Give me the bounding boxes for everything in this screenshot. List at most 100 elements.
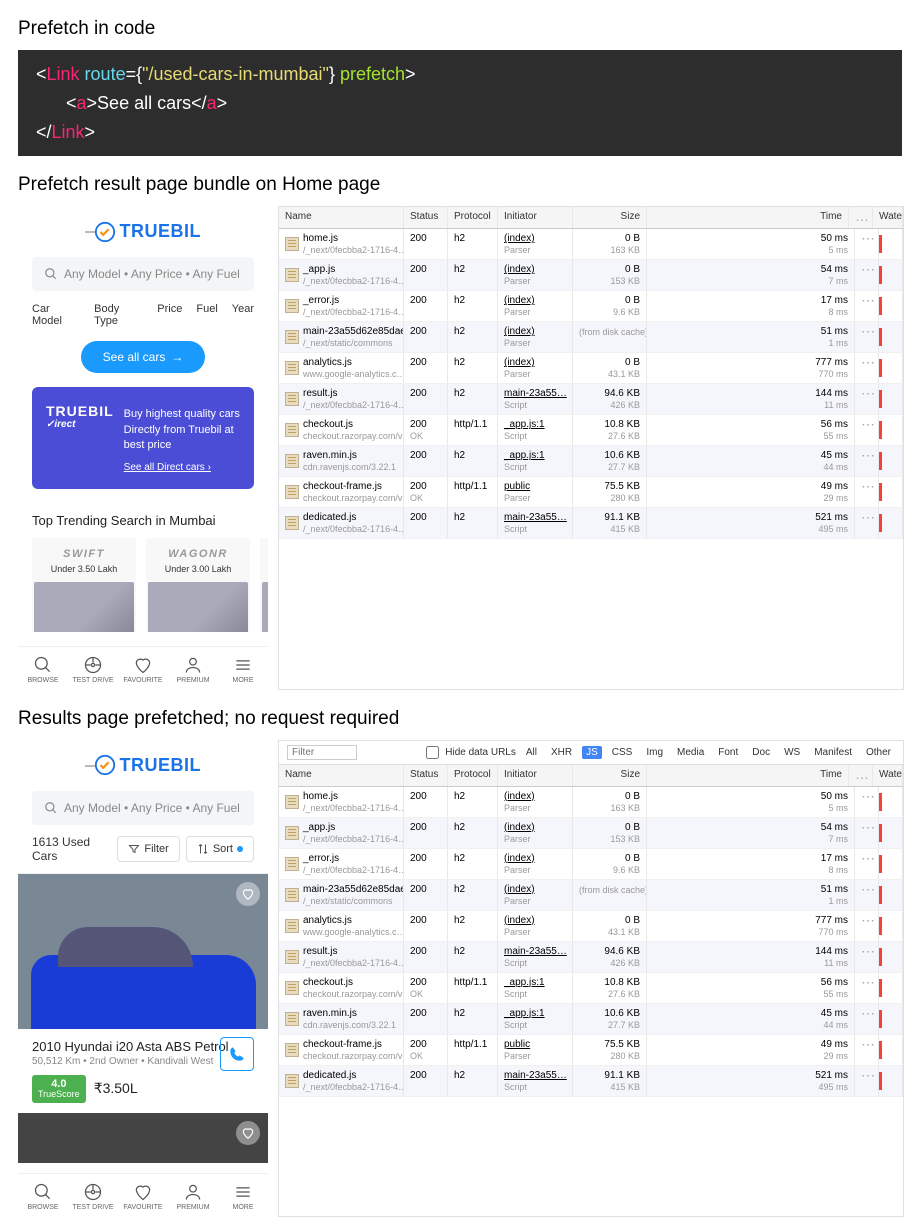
favourite-toggle[interactable] [236, 882, 260, 906]
network-row[interactable]: _app.js/_next/0fecbba2-1716-4…200h2(inde… [279, 260, 903, 291]
tab-favourite[interactable]: FAVOURITE [118, 647, 168, 690]
col-time-header[interactable]: Time [647, 207, 849, 228]
row-menu[interactable]: ⋯ [861, 943, 875, 959]
row-menu[interactable]: ⋯ [861, 912, 875, 928]
filter-xhr[interactable]: XHR [547, 746, 576, 759]
col-initiator-header[interactable]: Initiator [498, 207, 573, 228]
subnav-item[interactable]: Price [157, 303, 182, 327]
subnav-item[interactable]: Car Model [32, 303, 80, 327]
car-listing-card[interactable]: 2010 Hyundai i20 Asta ABS Petrol 50,512 … [18, 874, 268, 1113]
row-menu[interactable]: ⋯ [861, 292, 875, 308]
network-row[interactable]: checkout.jscheckout.razorpay.com/v1200OK… [279, 415, 903, 446]
filter-doc[interactable]: Doc [748, 746, 774, 759]
row-menu[interactable]: ⋯ [861, 509, 875, 525]
initiator-link[interactable]: (index) [504, 915, 566, 926]
initiator-link[interactable]: _app.js:1 [504, 1008, 566, 1019]
car-listing-card[interactable] [18, 1113, 268, 1163]
subnav-item[interactable]: Year [232, 303, 254, 327]
filter-manifest[interactable]: Manifest [810, 746, 856, 759]
row-menu[interactable]: ⋯ [861, 850, 875, 866]
network-row[interactable]: result.js/_next/0fecbba2-1716-4…200h2mai… [279, 384, 903, 415]
initiator-link[interactable]: _app.js:1 [504, 450, 566, 461]
tab-favourite[interactable]: FAVOURITE [118, 1174, 168, 1217]
col-name-header[interactable]: Name [279, 207, 404, 228]
col-initiator-header[interactable]: Initiator [498, 765, 573, 786]
col-waterfall-header[interactable]: Wate [873, 207, 903, 228]
tab-premium[interactable]: PREMIUM [168, 647, 218, 690]
network-row[interactable]: home.js/_next/0fecbba2-1716-4…200h2(inde… [279, 787, 903, 818]
initiator-link[interactable]: public [504, 1039, 566, 1050]
network-row[interactable]: dedicated.js/_next/0fecbba2-1716-4…200h2… [279, 1066, 903, 1097]
tab-testdrive[interactable]: TEST DRIVE [68, 1174, 118, 1217]
network-row[interactable]: checkout-frame.jscheckout.razorpay.com/v… [279, 477, 903, 508]
network-row[interactable]: _app.js/_next/0fecbba2-1716-4…200h2(inde… [279, 818, 903, 849]
filter-media[interactable]: Media [673, 746, 708, 759]
tab-browse[interactable]: BROWSE [18, 647, 68, 690]
initiator-link[interactable]: (index) [504, 326, 566, 337]
filter-button[interactable]: Filter [117, 836, 179, 862]
tab-more[interactable]: MORE [218, 1174, 268, 1217]
network-row[interactable]: main-23a55d62e85daea…/_next/static/commo… [279, 322, 903, 353]
col-waterfall-header[interactable]: Wate [873, 765, 903, 786]
favourite-toggle[interactable] [236, 1121, 260, 1145]
trending-row[interactable]: SWIFT Under 3.50 Lakh WAGONR Under 3.00 … [18, 534, 268, 636]
row-menu[interactable]: ⋯ [861, 1036, 875, 1052]
call-button[interactable] [220, 1037, 254, 1071]
filter-font[interactable]: Font [714, 746, 742, 759]
tab-browse[interactable]: BROWSE [18, 1174, 68, 1217]
network-row[interactable]: result.js/_next/0fecbba2-1716-4…200h2mai… [279, 942, 903, 973]
direct-promo-card[interactable]: TRUEBIL ✓irect Buy highest quality cars … [32, 387, 254, 488]
row-menu[interactable]: ⋯ [861, 261, 875, 277]
col-time-header[interactable]: Time [647, 765, 849, 786]
initiator-link[interactable]: (index) [504, 233, 566, 244]
row-menu[interactable]: ⋯ [861, 1005, 875, 1021]
filter-ws[interactable]: WS [780, 746, 804, 759]
row-menu[interactable]: ⋯ [861, 819, 875, 835]
initiator-link[interactable]: main-23a55… [504, 1070, 566, 1081]
col-protocol-header[interactable]: Protocol [448, 207, 498, 228]
row-menu[interactable]: ⋯ [861, 385, 875, 401]
filter-other[interactable]: Other [862, 746, 895, 759]
see-all-button[interactable]: See all cars [81, 341, 206, 373]
tab-premium[interactable]: PREMIUM [168, 1174, 218, 1217]
direct-cta-link[interactable]: See all Direct cars › [124, 462, 211, 473]
filter-js[interactable]: JS [582, 746, 602, 759]
search-input[interactable]: Any Model • Any Price • Any Fuel [32, 257, 254, 291]
sort-button[interactable]: Sort [186, 836, 254, 862]
col-status-header[interactable]: Status [404, 207, 448, 228]
initiator-link[interactable]: _app.js:1 [504, 977, 566, 988]
row-menu[interactable]: ⋯ [861, 447, 875, 463]
network-row[interactable]: raven.min.jscdn.ravenjs.com/3.22.1200h2_… [279, 1004, 903, 1035]
row-menu[interactable]: ⋯ [861, 416, 875, 432]
initiator-link[interactable]: (index) [504, 791, 566, 802]
filter-all[interactable]: All [522, 746, 541, 759]
hide-data-urls-checkbox[interactable] [426, 746, 439, 759]
col-dots[interactable]: … [849, 207, 873, 228]
initiator-link[interactable]: (index) [504, 884, 566, 895]
network-row[interactable]: _error.js/_next/0fecbba2-1716-4…200h2(in… [279, 291, 903, 322]
filter-input[interactable] [287, 745, 357, 760]
row-menu[interactable]: ⋯ [861, 974, 875, 990]
filter-css[interactable]: CSS [608, 746, 637, 759]
trending-card[interactable]: SWIFT Under 3.50 Lakh [32, 538, 136, 632]
initiator-link[interactable]: (index) [504, 853, 566, 864]
col-size-header[interactable]: Size [573, 765, 647, 786]
network-row[interactable]: dedicated.js/_next/0fecbba2-1716-4…200h2… [279, 508, 903, 539]
network-row[interactable]: analytics.jswww.google-analytics.c…200h2… [279, 911, 903, 942]
tab-testdrive[interactable]: TEST DRIVE [68, 647, 118, 690]
subnav-item[interactable]: Body Type [94, 303, 143, 327]
initiator-link[interactable]: _app.js:1 [504, 419, 566, 430]
network-row[interactable]: _error.js/_next/0fecbba2-1716-4…200h2(in… [279, 849, 903, 880]
row-menu[interactable]: ⋯ [861, 881, 875, 897]
row-menu[interactable]: ⋯ [861, 323, 875, 339]
row-menu[interactable]: ⋯ [861, 354, 875, 370]
col-size-header[interactable]: Size [573, 207, 647, 228]
initiator-link[interactable]: (index) [504, 264, 566, 275]
row-menu[interactable]: ⋯ [861, 478, 875, 494]
tab-more[interactable]: MORE [218, 647, 268, 690]
network-row[interactable]: checkout-frame.jscheckout.razorpay.com/v… [279, 1035, 903, 1066]
initiator-link[interactable]: main-23a55… [504, 946, 566, 957]
row-menu[interactable]: ⋯ [861, 1067, 875, 1083]
initiator-link[interactable]: (index) [504, 295, 566, 306]
col-protocol-header[interactable]: Protocol [448, 765, 498, 786]
